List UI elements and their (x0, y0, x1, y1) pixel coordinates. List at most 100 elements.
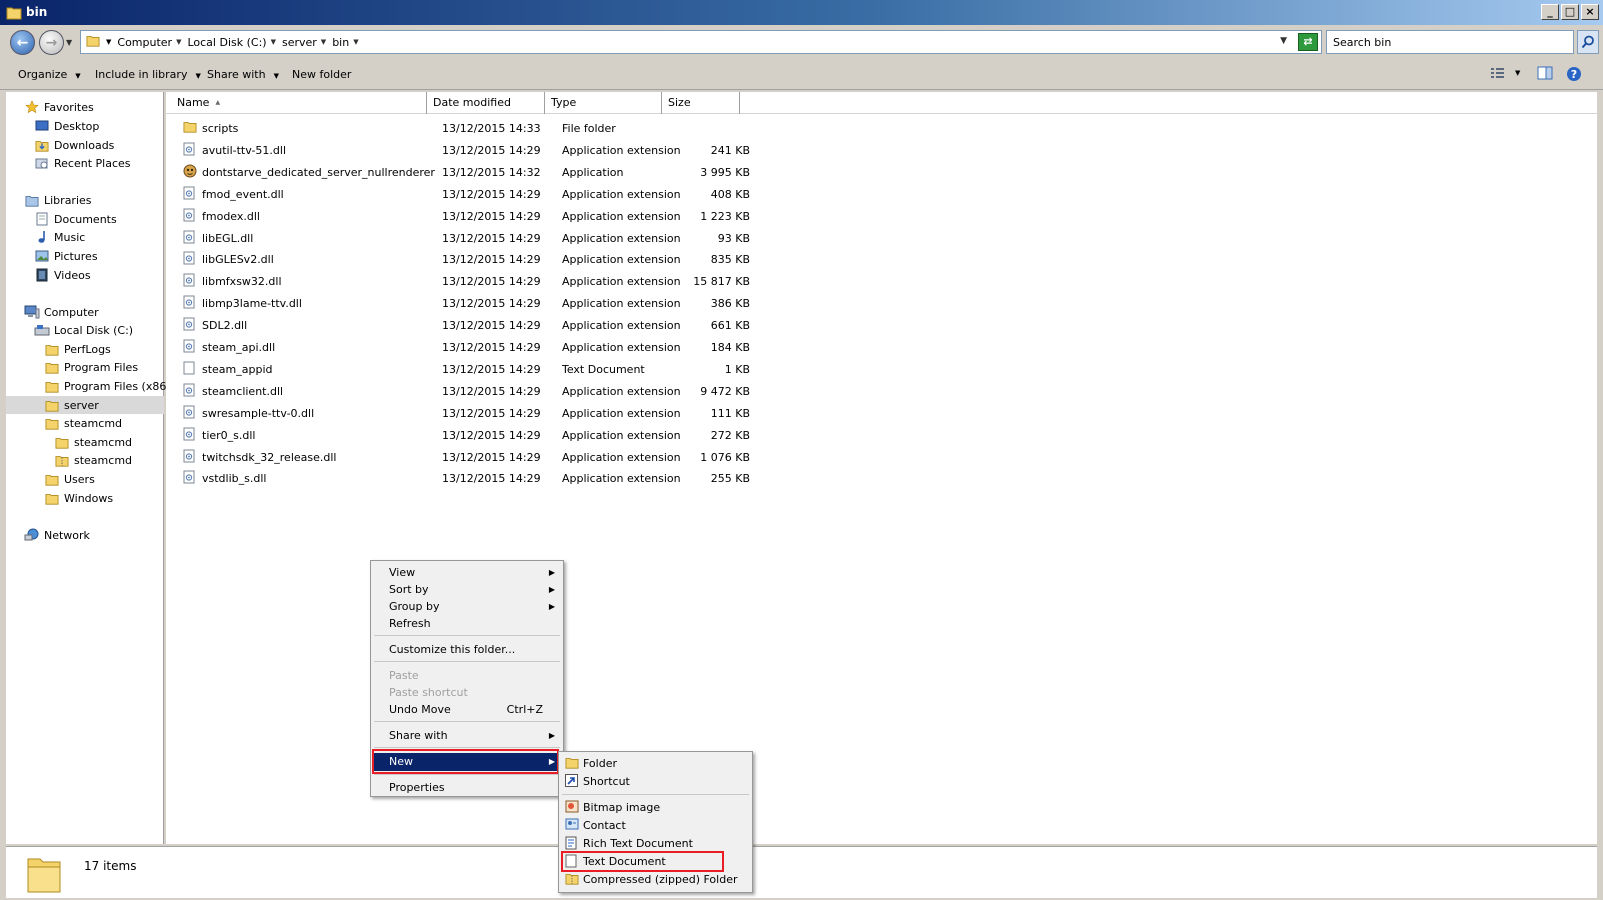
folder-icon (44, 471, 60, 487)
close-button[interactable]: × (1581, 4, 1599, 20)
file-date-modified: 13/12/2015 14:33 (442, 122, 541, 135)
file-row[interactable]: twitchsdk_32_release.dll 13/12/2015 14:29… (166, 447, 766, 468)
file-row[interactable]: tier0_s.dll 13/12/2015 14:29 Application e… (166, 425, 766, 446)
file-size: 1 223 KB (700, 209, 750, 223)
nav-pictures[interactable]: Pictures (34, 247, 98, 265)
recent-pages-dropdown[interactable]: ▼ (66, 38, 72, 47)
nav-steamcmd-sub1[interactable]: steamcmd (54, 433, 132, 451)
nav-steamcmd[interactable]: steamcmd (44, 414, 122, 432)
nav-recent-places[interactable]: Recent Places (34, 154, 131, 172)
nav-program-files-x86[interactable]: Program Files (x86) (44, 377, 171, 395)
column-header-size[interactable]: Size (662, 92, 740, 114)
submenu-item-shortcut[interactable]: Shortcut (561, 773, 750, 791)
search-icon[interactable] (1577, 30, 1599, 54)
status-bar: 17 items (6, 846, 1597, 898)
refresh-icon[interactable]: ⇄ (1298, 33, 1318, 51)
submenu-item-bitmap-image[interactable]: Bitmap image (561, 799, 750, 817)
nav-downloads[interactable]: Downloads (34, 136, 114, 154)
nav-favorites[interactable]: Favorites (24, 98, 94, 116)
file-row[interactable]: steam_api.dll 13/12/2015 14:29 Application… (166, 337, 766, 358)
menu-item-view[interactable]: View ▶ (373, 564, 561, 581)
menu-item-sort-by[interactable]: Sort by ▶ (373, 581, 561, 598)
file-row[interactable]: libEGL.dll 13/12/2015 14:29 Application ex… (166, 228, 766, 249)
column-header-name[interactable]: Name ▲ (170, 92, 427, 114)
breadcrumb-local-disk[interactable]: Local Disk (C:) ▼ (187, 36, 282, 49)
submenu-item-contact[interactable]: Contact (561, 817, 750, 835)
nav-computer[interactable]: Computer (24, 303, 99, 321)
forward-button[interactable]: → (39, 30, 64, 55)
file-row[interactable]: fmodex.dll 13/12/2015 14:29 Application ex… (166, 206, 766, 227)
libraries-icon (24, 192, 40, 208)
menu-separator (374, 661, 560, 662)
file-type: Application extension (562, 253, 681, 267)
new-folder-button[interactable]: New folder (292, 68, 351, 81)
file-row[interactable]: dontstarve_dedicated_server_nullrenderer… (166, 162, 766, 183)
nav-libraries[interactable]: Libraries (24, 191, 92, 209)
nav-windows[interactable]: Windows (44, 489, 113, 507)
minimize-button[interactable]: _ (1541, 4, 1559, 20)
nav-server[interactable]: server (6, 396, 164, 414)
menu-item-properties[interactable]: Properties (373, 779, 561, 796)
back-button[interactable]: ← (10, 30, 35, 55)
menu-item-customize-folder[interactable]: Customize this folder... (373, 641, 561, 658)
file-size: 93 KB (717, 231, 750, 245)
more-options-icon[interactable]: ▼ (1515, 69, 1520, 77)
file-row[interactable]: libmfxsw32.dll 13/12/2015 14:29 Applicatio… (166, 271, 766, 292)
menu-item-share-with[interactable]: Share with ▶ (373, 727, 561, 744)
nav-network[interactable]: Network (24, 526, 90, 544)
nav-users[interactable]: Users (44, 470, 95, 488)
breadcrumb-bin[interactable]: bin ▼ (332, 36, 364, 49)
address-history-dropdown[interactable]: ▼ (1280, 36, 1287, 46)
include-in-library-button[interactable]: Include in library ▼ (95, 68, 201, 81)
nav-documents[interactable]: Documents (34, 210, 117, 228)
address-bar[interactable]: ▼ Computer ▼ Local Disk (C:) ▼ server ▼ bin… (80, 30, 1322, 54)
nav-perflogs[interactable]: PerfLogs (44, 340, 111, 358)
change-view-icon[interactable] (1490, 66, 1506, 83)
file-type: Application extension (562, 297, 681, 311)
file-row[interactable]: scripts 13/12/2015 14:33 File folder (166, 118, 766, 139)
breadcrumb-computer[interactable]: Computer ▼ (117, 36, 187, 49)
file-row[interactable]: vstdlib_s.dll 13/12/2015 14:29 Application… (166, 468, 766, 489)
dll-icon (183, 427, 195, 444)
file-row[interactable]: fmod_event.dll 13/12/2015 14:29 Applicatio… (166, 184, 766, 205)
chevron-down-icon[interactable]: ▼ (106, 38, 111, 46)
share-with-button[interactable]: Share with ▼ (207, 68, 279, 81)
folder-icon (183, 120, 197, 136)
file-row[interactable]: steamclient.dll 13/12/2015 14:29 Applicati… (166, 381, 766, 402)
folder-icon (44, 341, 60, 357)
file-row[interactable]: libGLESv2.dll 13/12/2015 14:29 Application… (166, 249, 766, 270)
preview-pane-icon[interactable] (1537, 66, 1553, 83)
submenu-item-folder[interactable]: Folder (561, 755, 750, 773)
menu-item-group-by[interactable]: Group by ▶ (373, 598, 561, 615)
folder-icon (86, 34, 100, 50)
title-bar[interactable]: bin _ □ × (0, 0, 1603, 25)
file-type: Application extension (562, 187, 681, 201)
menu-item-paste: Paste (389, 669, 419, 682)
nav-videos[interactable]: Videos (34, 266, 91, 284)
nav-steamcmd-sub2[interactable]: steamcmd (54, 451, 132, 469)
column-header-type[interactable]: Type (545, 92, 662, 114)
help-icon[interactable]: ? (1566, 66, 1582, 85)
file-name: libmfxsw32.dll (202, 275, 282, 289)
file-row[interactable]: libmp3lame-ttv.dll 13/12/2015 14:29 Applic… (166, 293, 766, 314)
column-header-date-modified[interactable]: Date modified (427, 92, 545, 114)
navigation-pane[interactable]: Favorites Desktop Downloads Recent Place… (6, 92, 171, 844)
nav-desktop[interactable]: Desktop (34, 117, 99, 135)
menu-item-refresh[interactable]: Refresh (373, 615, 561, 632)
breadcrumb-server[interactable]: server ▼ (282, 36, 332, 49)
file-row[interactable]: avutil-ttv-51.dll 13/12/2015 14:29 Applica… (166, 140, 766, 161)
maximize-button[interactable]: □ (1561, 4, 1579, 20)
file-row[interactable]: steam_appid 13/12/2015 14:29 Text Document… (166, 359, 766, 380)
file-name: steam_api.dll (202, 341, 276, 354)
item-count: 17 items (84, 859, 137, 873)
nav-program-files[interactable]: Program Files (44, 358, 138, 376)
submenu-item-compressed-folder[interactable]: Compressed (zipped) Folder (561, 871, 750, 889)
annotation-highlight-text-document (561, 851, 724, 872)
nav-music[interactable]: Music (34, 228, 85, 246)
organize-button[interactable]: Organize ▼ (18, 68, 81, 81)
file-row[interactable]: SDL2.dll 13/12/2015 14:29 Application exte… (166, 315, 766, 336)
nav-local-disk[interactable]: Local Disk (C:) (34, 321, 133, 339)
search-input[interactable]: Search bin (1326, 30, 1574, 54)
menu-item-undo-move[interactable]: Undo Move Ctrl+Z (373, 701, 561, 718)
file-row[interactable]: swresample-ttv-0.dll 13/12/2015 14:29 Appl… (166, 403, 766, 424)
